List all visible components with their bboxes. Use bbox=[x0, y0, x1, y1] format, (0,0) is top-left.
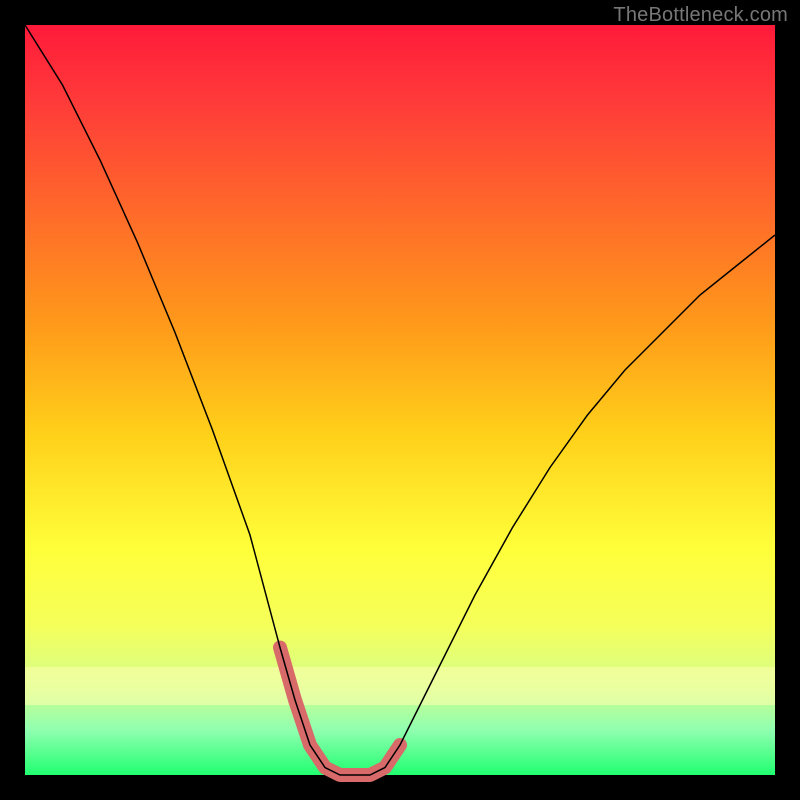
watermark-text: TheBottleneck.com bbox=[613, 4, 788, 27]
bottleneck-curve bbox=[25, 25, 775, 775]
chart-frame: TheBottleneck.com bbox=[0, 0, 800, 800]
plot-area bbox=[25, 25, 775, 775]
chart-svg bbox=[25, 25, 775, 775]
